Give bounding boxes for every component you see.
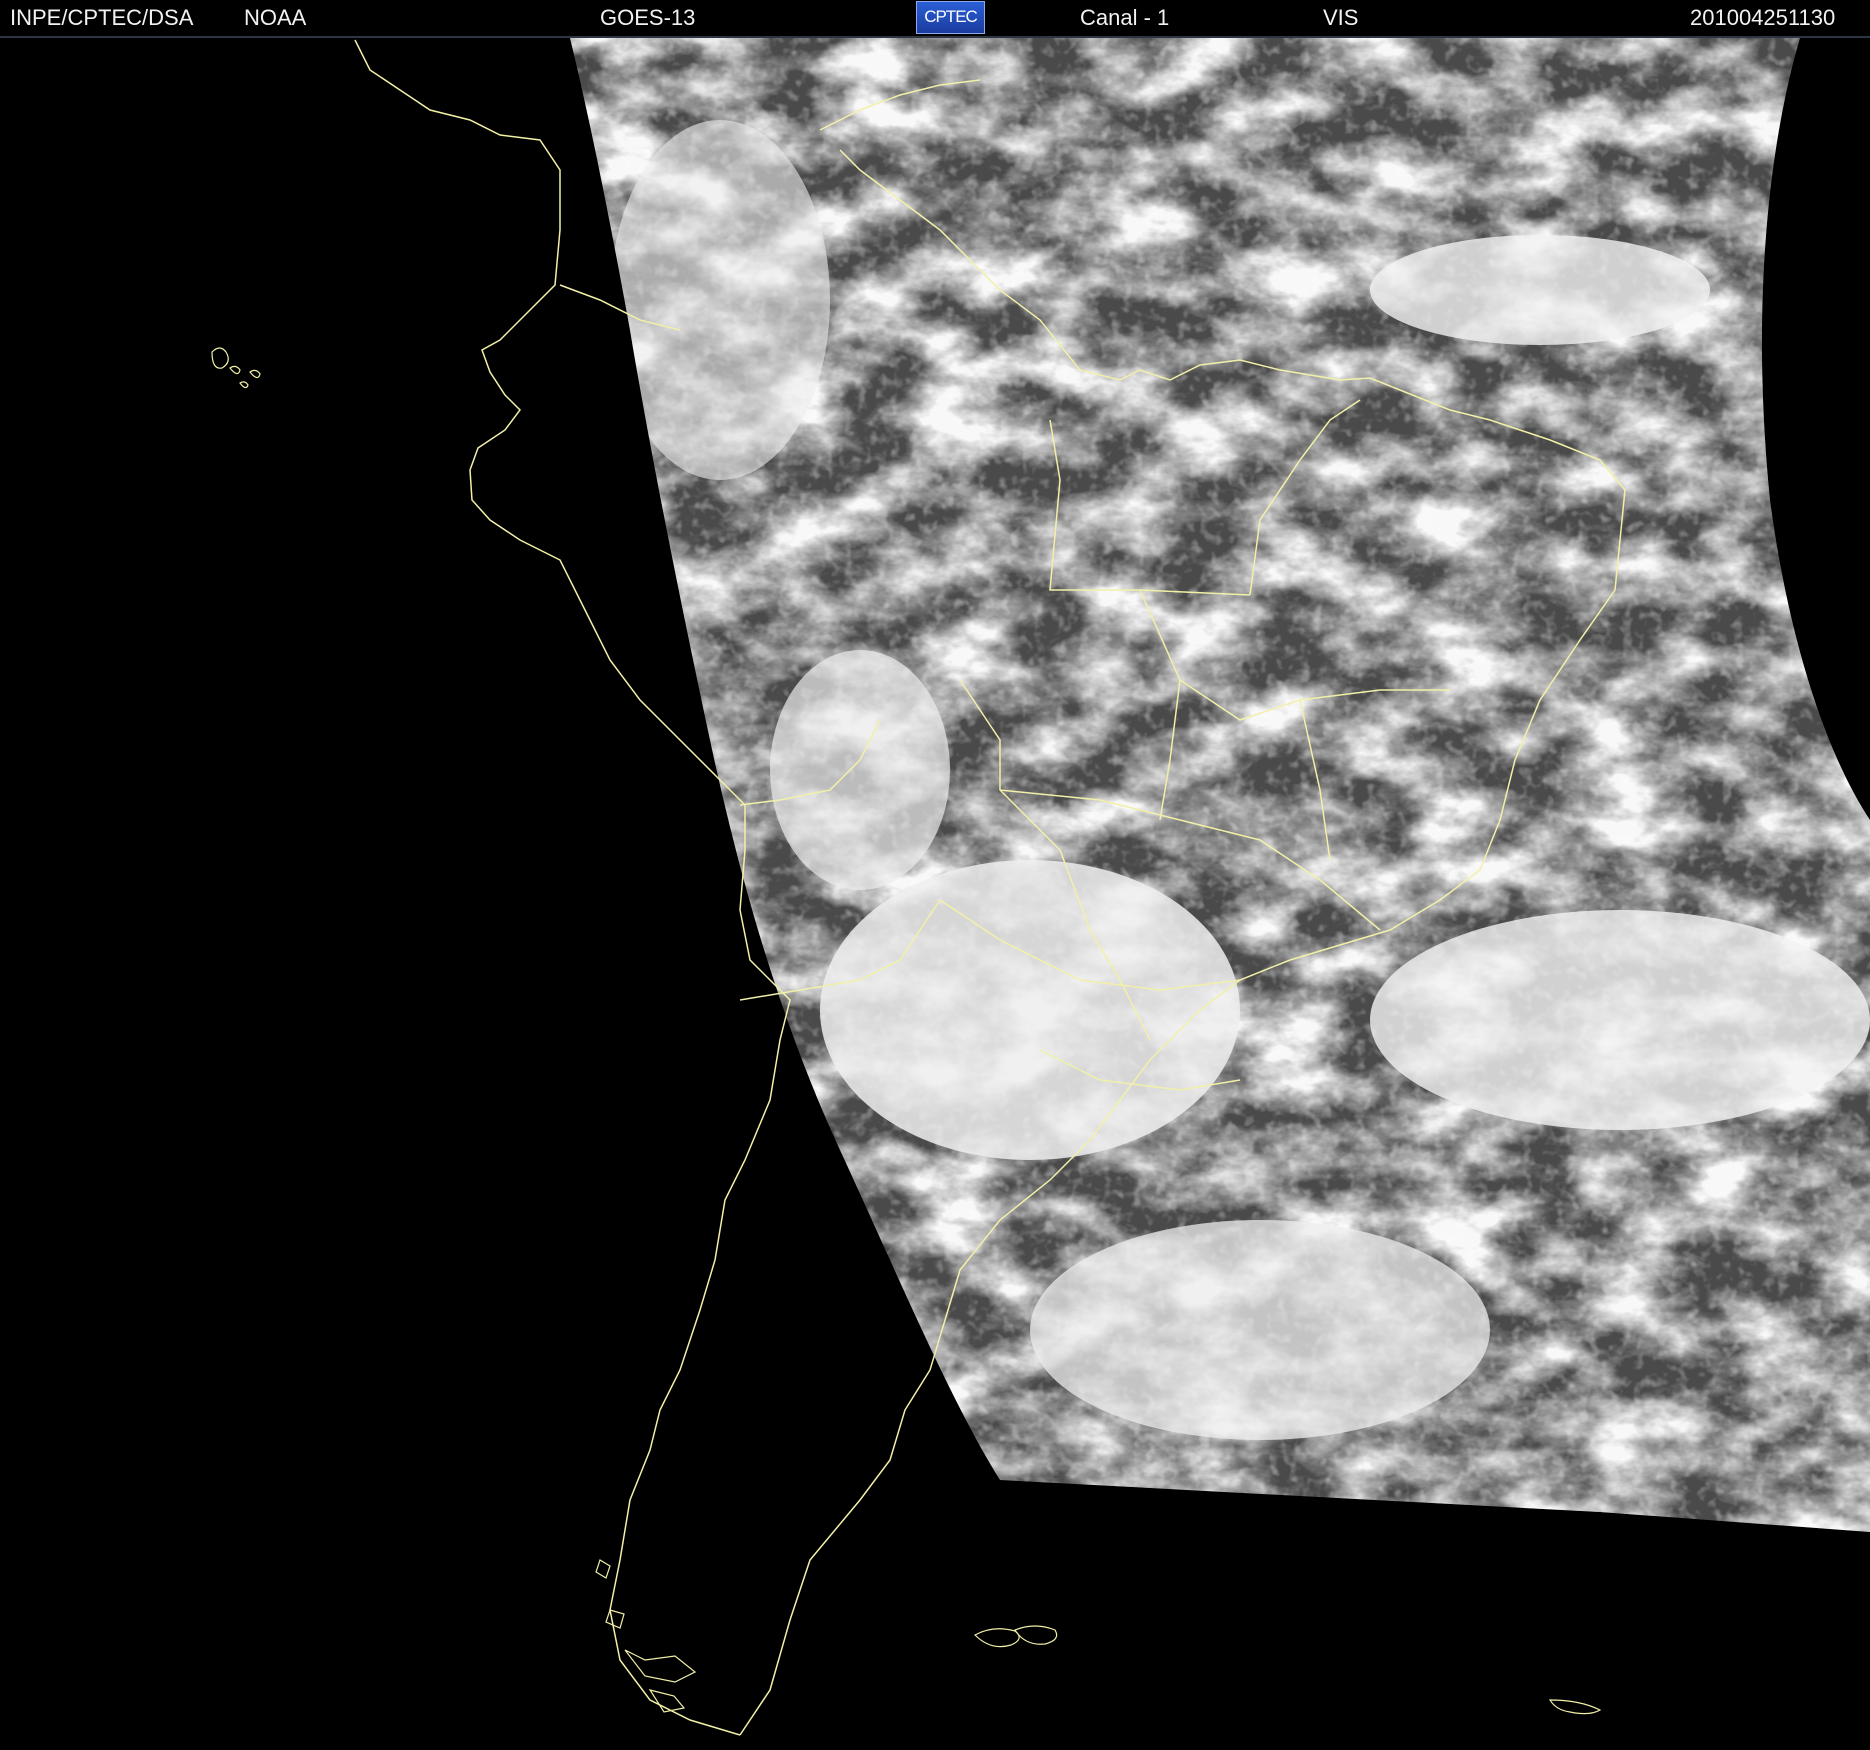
cptec-logo-icon: CPTEC — [916, 1, 985, 34]
provider-label: NOAA — [244, 5, 307, 30]
satellite-label: GOES-13 — [600, 5, 696, 30]
band-label: VIS — [1323, 5, 1359, 30]
channel-label: Canal - 1 — [1080, 5, 1170, 30]
timestamp-label: 201004251130 — [1690, 5, 1836, 30]
agency-label: INPE/CPTEC/DSA — [10, 5, 194, 30]
satellite-image — [0, 38, 1870, 1750]
image-header-bar: INPE/CPTEC/DSA NOAA GOES-13 CPTEC Canal … — [0, 0, 1870, 38]
satellite-image-svg — [0, 38, 1870, 1750]
logo-text: CPTEC — [924, 7, 978, 26]
